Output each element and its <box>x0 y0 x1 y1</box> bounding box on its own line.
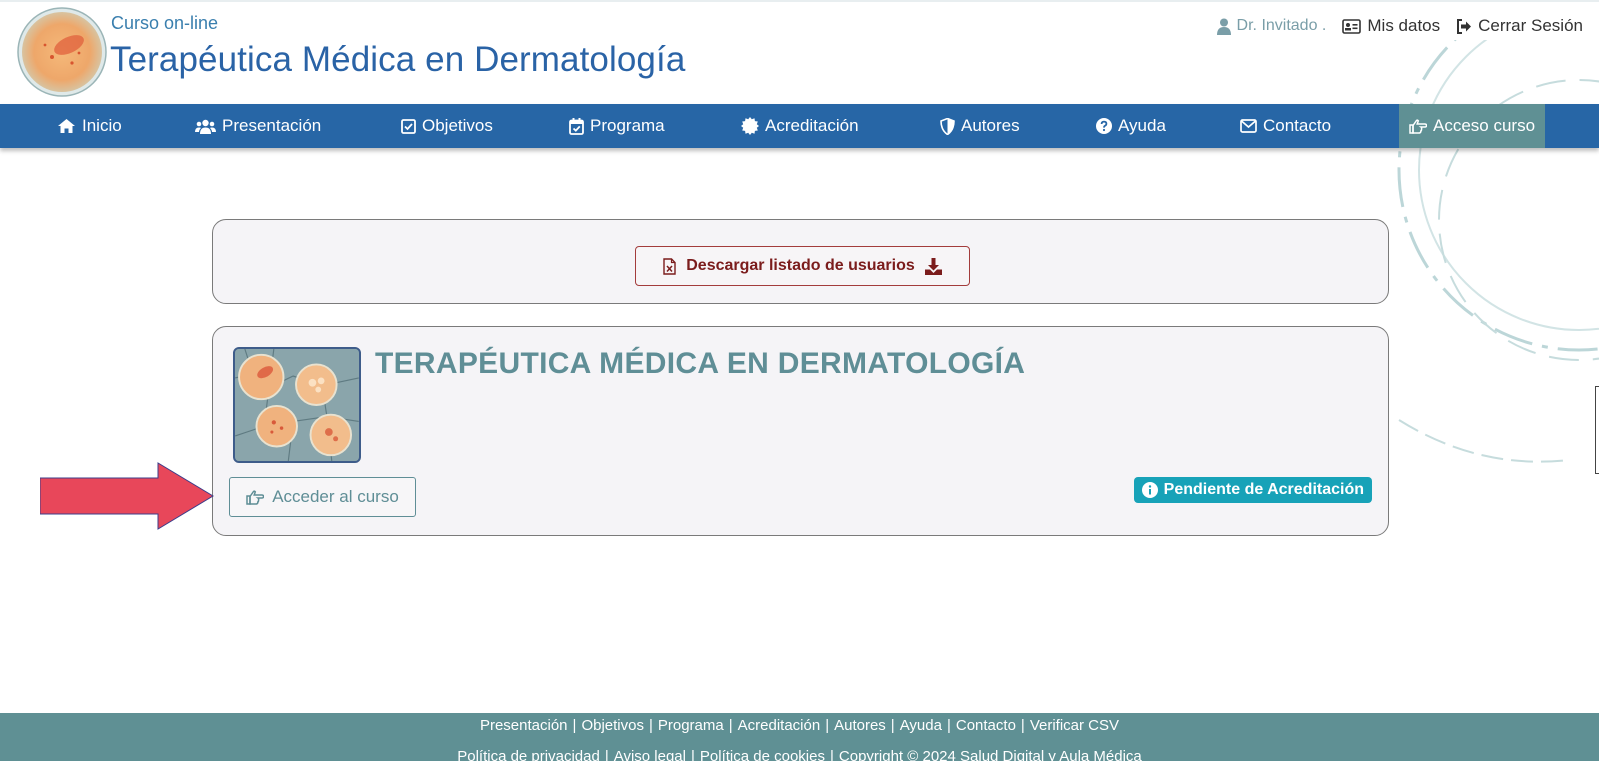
user-icon <box>1216 18 1231 35</box>
id-card-icon <box>1342 18 1362 34</box>
site-footer: Presentación | Objetivos | Programa | Acredita… <box>0 713 1599 761</box>
footer-link-privacidad[interactable]: Política de privacidad <box>457 748 600 761</box>
course-logo[interactable] <box>17 7 107 97</box>
status-label: Pendiente de Acreditación <box>1163 481 1364 498</box>
nav-item-ayuda[interactable]: Ayuda <box>1096 104 1166 148</box>
footer-link-acreditacion[interactable]: Acreditación <box>738 717 821 734</box>
nav-item-programa[interactable]: Programa <box>569 104 665 148</box>
footer-link-objetivos[interactable]: Objetivos <box>581 717 644 734</box>
nav-label: Objetivos <box>422 116 493 135</box>
question-circle-icon <box>1096 118 1112 134</box>
nav-item-acreditacion[interactable]: Acreditación <box>741 104 859 148</box>
status-badge: Pendiente de Acreditación <box>1133 477 1372 503</box>
download-icon <box>924 257 942 275</box>
file-excel-icon <box>663 257 676 275</box>
course-card: TERAPÉUTICA MÉDICA EN DERMATOLOGÍA Acced… <box>212 326 1389 536</box>
certificate-icon <box>741 117 759 135</box>
nav-label: Presentación <box>222 116 322 135</box>
shield-icon <box>940 117 955 135</box>
header-subtitle: Curso on-line <box>111 13 219 33</box>
download-panel: Descargar listado de usuarios <box>212 219 1389 304</box>
nav-item-objetivos[interactable]: Objetivos <box>401 104 493 148</box>
side-tab[interactable] <box>1595 386 1599 474</box>
users-icon <box>195 119 216 134</box>
mis-datos-link[interactable]: Mis datos <box>1342 16 1440 36</box>
footer-link-aviso-legal[interactable]: Aviso legal <box>614 748 686 761</box>
nav-label: Acceso curso <box>1433 116 1536 135</box>
nav-item-presentacion[interactable]: Presentación <box>195 104 321 148</box>
nav-item-contacto[interactable]: Contacto <box>1240 104 1331 148</box>
footer-link-verificar-csv[interactable]: Verificar CSV <box>1030 717 1119 734</box>
info-circle-icon <box>1141 482 1158 498</box>
download-users-button[interactable]: Descargar listado de usuarios <box>635 246 970 286</box>
hand-point-right-icon <box>1409 118 1427 134</box>
footer-link-presentacion[interactable]: Presentación <box>480 717 568 734</box>
logout-label: Cerrar Sesión <box>1478 16 1583 35</box>
footer-link-cookies[interactable]: Política de cookies <box>700 748 825 761</box>
pointer-arrow <box>40 462 214 530</box>
logout-link[interactable]: Cerrar Sesión <box>1456 16 1583 36</box>
footer-link-ayuda[interactable]: Ayuda <box>900 717 942 734</box>
footer-link-autores[interactable]: Autores <box>834 717 886 734</box>
nav-label: Contacto <box>1263 116 1332 135</box>
course-title: TERAPÉUTICA MÉDICA EN DERMATOLOGÍA <box>375 347 1026 380</box>
footer-legal: Política de privacidad | Aviso legal | Polít… <box>0 748 1599 761</box>
download-label: Descargar listado de usuarios <box>686 257 915 274</box>
main-nav: Inicio Presentación Objetivos Programa A… <box>0 104 1599 148</box>
nav-item-autores[interactable]: Autores <box>940 104 1020 148</box>
footer-copyright: Copyright © 2024 Salud Digital y Aula Mé… <box>838 748 1142 761</box>
mis-datos-label: Mis datos <box>1367 16 1441 35</box>
sign-out-icon <box>1457 18 1472 34</box>
site-header: Curso on-line Terapéutica Médica en Derm… <box>0 0 1599 104</box>
check-square-icon <box>401 118 416 134</box>
access-course-label: Acceder al curso <box>272 487 399 506</box>
calendar-check-icon <box>569 117 584 135</box>
footer-links: Presentación | Objetivos | Programa | Acredita… <box>479 717 1120 734</box>
nav-label: Inicio <box>82 116 122 135</box>
site-title[interactable]: Terapéutica Médica en Dermatología <box>110 40 685 80</box>
nav-label: Programa <box>590 116 665 135</box>
home-icon <box>58 119 75 133</box>
nav-item-inicio[interactable]: Inicio <box>57 104 122 148</box>
footer-link-programa[interactable]: Programa <box>658 717 724 734</box>
nav-label: Autores <box>961 116 1020 135</box>
footer-link-contacto[interactable]: Contacto <box>956 717 1016 734</box>
user-info: Dr. Invitado . <box>1216 17 1327 35</box>
user-name: Dr. Invitado . <box>1236 17 1327 34</box>
nav-label: Acreditación <box>765 116 859 135</box>
course-thumbnail <box>233 347 361 463</box>
nav-item-acceso-curso[interactable]: Acceso curso <box>1399 104 1546 148</box>
access-course-button[interactable]: Acceder al curso <box>229 477 416 517</box>
nav-label: Ayuda <box>1118 116 1166 135</box>
hand-point-right-icon <box>246 489 265 505</box>
user-bar: Dr. Invitado . Mis datos Cerrar Sesión <box>1216 16 1583 36</box>
envelope-icon <box>1240 119 1257 133</box>
